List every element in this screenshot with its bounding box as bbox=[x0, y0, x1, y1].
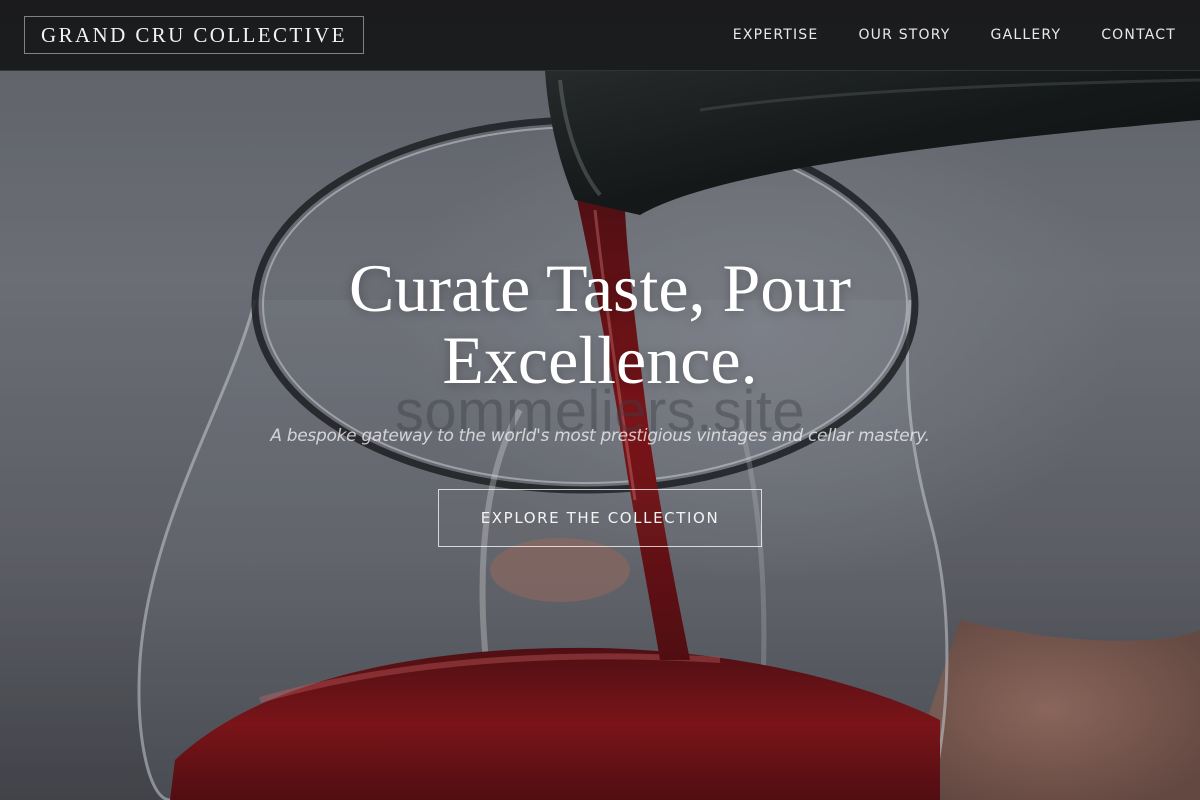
nav-link-gallery[interactable]: GALLERY bbox=[991, 27, 1062, 43]
nav-link-expertise[interactable]: EXPERTISE bbox=[733, 27, 819, 43]
hero-title-line-1: Curate Taste, Pour bbox=[349, 250, 851, 326]
nav-link-contact[interactable]: CONTACT bbox=[1101, 27, 1176, 43]
explore-collection-button[interactable]: EXPLORE THE COLLECTION bbox=[438, 489, 762, 547]
top-navbar: GRAND CRU COLLECTIVE EXPERTISE OUR STORY… bbox=[0, 0, 1200, 71]
nav-links: EXPERTISE OUR STORY GALLERY CONTACT bbox=[733, 0, 1176, 70]
hero-subtitle: A bespoke gateway to the world's most pr… bbox=[270, 426, 930, 446]
brand-logo[interactable]: GRAND CRU COLLECTIVE bbox=[24, 16, 364, 54]
nav-link-our-story[interactable]: OUR STORY bbox=[858, 27, 950, 43]
hero-title: Curate Taste, Pour Excellence. bbox=[0, 252, 1200, 396]
